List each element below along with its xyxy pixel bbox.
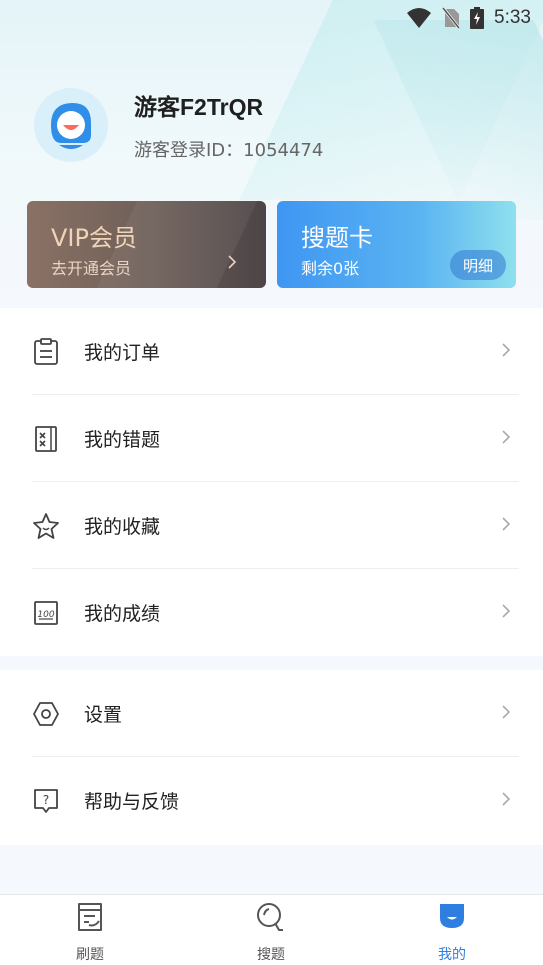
chevron-right-icon xyxy=(501,791,511,811)
status-time: 5:33 xyxy=(494,7,531,28)
menu-item-help[interactable]: ? 帮助与反馈 xyxy=(0,757,543,844)
wifi-icon xyxy=(406,7,432,29)
tab-practice[interactable]: 刷题 xyxy=(30,895,150,965)
help-chat-icon: ? xyxy=(32,787,60,815)
battery-charging-icon xyxy=(470,7,485,29)
practice-icon xyxy=(75,901,105,937)
menu-item-settings[interactable]: 设置 xyxy=(0,670,543,757)
menu-label-help: 帮助与反馈 xyxy=(84,791,180,813)
menu-item-favorites[interactable]: 我的收藏 xyxy=(0,482,543,569)
chevron-right-icon xyxy=(501,429,511,449)
menu-label-orders: 我的订单 xyxy=(84,342,161,364)
no-sim-icon xyxy=(442,7,461,29)
status-bar: 5:33 xyxy=(0,0,543,36)
svg-text:?: ? xyxy=(43,793,49,807)
wrong-question-icon xyxy=(32,425,60,453)
tab-search[interactable]: 搜题 xyxy=(211,895,331,965)
menu-label-scores: 我的成绩 xyxy=(84,603,161,625)
star-icon xyxy=(32,512,60,540)
menu-label-favorites: 我的收藏 xyxy=(84,516,161,538)
profile-section[interactable]: 游客F2TrQR 游客登录ID：1054474 xyxy=(34,88,323,162)
menu-item-wrong-questions[interactable]: 我的错题 xyxy=(0,395,543,482)
tab-label-practice: 刷题 xyxy=(76,947,104,963)
chevron-right-icon xyxy=(501,516,511,536)
tab-label-profile: 我的 xyxy=(438,947,466,963)
menu-label-settings: 设置 xyxy=(84,704,123,726)
vip-membership-card[interactable]: VIP会员 去开通会员 xyxy=(27,201,266,288)
chevron-right-icon xyxy=(226,254,238,274)
profile-icon xyxy=(437,901,467,935)
chevron-right-icon xyxy=(501,342,511,362)
menu-group-secondary: 设置 ? 帮助与反馈 xyxy=(0,670,543,845)
search-card-title: 搜题卡 xyxy=(301,224,373,252)
search-card-subtitle: 剩余0张 xyxy=(301,259,360,278)
bottom-tab-bar: 刷题 搜题 我的 xyxy=(0,894,543,965)
menu-group-main: 我的订单 我的错题 我的收藏 100 我的成绩 xyxy=(0,308,543,656)
menu-label-wrong-questions: 我的错题 xyxy=(84,429,161,451)
username: 游客F2TrQR xyxy=(134,94,264,120)
detail-button[interactable]: 明细 xyxy=(450,250,506,280)
chevron-right-icon xyxy=(501,704,511,724)
tab-profile[interactable]: 我的 xyxy=(392,895,512,965)
search-icon xyxy=(255,901,287,937)
score-100-icon: 100 xyxy=(32,599,60,627)
avatar[interactable] xyxy=(34,88,108,162)
tab-label-search: 搜题 xyxy=(257,947,285,963)
settings-hexagon-icon xyxy=(32,700,60,728)
menu-item-scores[interactable]: 100 我的成绩 xyxy=(0,569,543,656)
chevron-right-icon xyxy=(501,603,511,623)
menu-item-orders[interactable]: 我的订单 xyxy=(0,308,543,395)
vip-card-subtitle: 去开通会员 xyxy=(51,259,132,278)
avatar-mascot-icon xyxy=(51,103,91,149)
clipboard-icon xyxy=(32,337,60,366)
vip-card-title: VIP会员 xyxy=(51,224,137,252)
user-id: 游客登录ID：1054474 xyxy=(134,140,324,161)
search-card[interactable]: 搜题卡 剩余0张 明细 xyxy=(277,201,516,288)
